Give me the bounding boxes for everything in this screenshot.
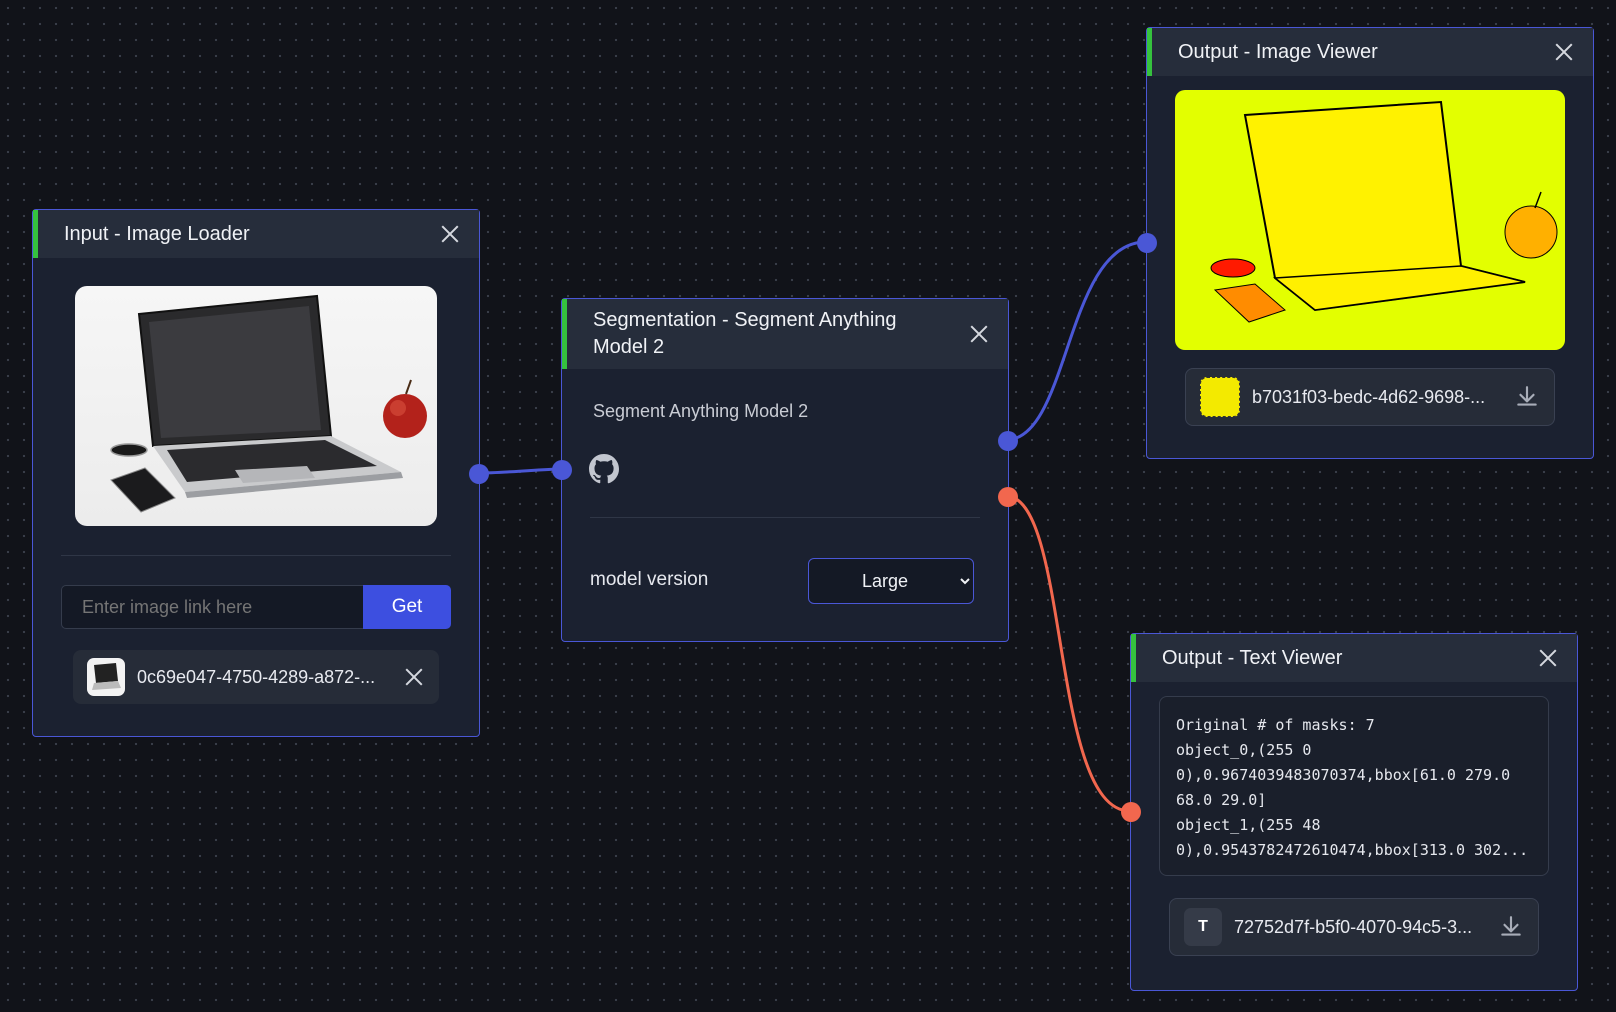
input-port[interactable]: [552, 460, 572, 480]
text-line: object_1,(255 48: [1176, 816, 1321, 834]
close-icon[interactable]: [439, 223, 461, 245]
node-header[interactable]: Output - Image Viewer: [1147, 28, 1593, 76]
file-thumbnail: [87, 658, 125, 696]
text-output-port[interactable]: [998, 487, 1018, 507]
image-preview: [75, 286, 437, 526]
input-port[interactable]: [1121, 802, 1141, 822]
mask-output-port[interactable]: [998, 431, 1018, 451]
mask-image: [1210, 100, 1558, 323]
image-loader-node[interactable]: Input - Image Loader Get: [32, 209, 489, 737]
wire-segmentation-to-image-viewer: [1005, 240, 1147, 442]
file-name: 72752d7f-b5f0-4070-94c5-3...: [1234, 916, 1473, 937]
node-title: Output - Image Viewer: [1178, 40, 1378, 63]
file-name: b7031f03-bedc-4d62-9698-...: [1252, 386, 1486, 407]
node-header[interactable]: Segmentation - Segment Anything Model 2: [562, 299, 1008, 369]
output-file-chip: b7031f03-bedc-4d62-9698-...: [1185, 368, 1555, 426]
close-icon[interactable]: [968, 323, 990, 345]
loaded-file-chip: 0c69e047-4750-4289-a872-...: [73, 650, 439, 704]
model-description: Segment Anything Model 2: [593, 401, 809, 421]
text-line: 0),0.9674039483070374,bbox[61.0 279.0: [1176, 766, 1511, 784]
text-viewer-node[interactable]: Output - Text Viewer Original # of masks…: [1121, 633, 1578, 991]
text-line: 0),0.9543782472610474,bbox[313.0 302...: [1176, 841, 1529, 859]
divider: [61, 555, 451, 556]
node-header[interactable]: Output - Text Viewer: [1131, 634, 1577, 682]
get-button[interactable]: Get: [363, 585, 451, 629]
input-port[interactable]: [1137, 233, 1157, 253]
download-icon[interactable]: [1498, 914, 1524, 940]
github-icon[interactable]: [589, 454, 619, 484]
close-icon[interactable]: [1553, 41, 1575, 63]
node-title: Segmentation - Segment Anything Model 2: [593, 309, 897, 358]
text-line: 68.0 29.0]: [1176, 791, 1267, 809]
output-file-chip: T 72752d7f-b5f0-4070-94c5-3...: [1169, 898, 1539, 956]
close-icon[interactable]: [1537, 647, 1559, 669]
text-line: object_0,(255 0: [1176, 741, 1312, 759]
node-title: Output - Text Viewer: [1162, 646, 1343, 669]
text-file-badge: T: [1198, 918, 1208, 935]
file-name: 0c69e047-4750-4289-a872-...: [137, 666, 376, 687]
remove-file-icon[interactable]: [403, 666, 425, 688]
segmentation-node[interactable]: Segmentation - Segment Anything Model 2 …: [552, 298, 1018, 642]
github-glyph: [589, 454, 619, 484]
node-title: Input - Image Loader: [64, 222, 250, 245]
workflow-canvas[interactable]: Input - Image Loader Get: [0, 0, 1616, 1012]
laptop-photo: [110, 294, 427, 513]
text-file-icon: T: [1184, 908, 1222, 946]
download-icon[interactable]: [1514, 384, 1540, 410]
image-link-input[interactable]: [61, 585, 363, 629]
output-port[interactable]: [469, 464, 489, 484]
wire-loader-to-segmentation: [477, 467, 562, 475]
node-header[interactable]: Input - Image Loader: [33, 210, 479, 258]
model-version-select[interactable]: Large: [808, 558, 974, 604]
wire-segmentation-to-text-viewer: [1005, 494, 1131, 813]
image-viewer-node[interactable]: Output - Image Viewer b7031f03-bedc-4d62…: [1137, 27, 1594, 459]
laptop-thumbnail-image: [92, 663, 121, 690]
model-version-label: model version: [590, 569, 709, 590]
text-line: Original # of masks: 7: [1176, 716, 1375, 734]
link-input-group: Get: [61, 585, 451, 629]
text-output-box[interactable]: Original # of masks: 7 object_0,(255 0 0…: [1159, 696, 1549, 876]
file-thumbnail: [1200, 377, 1240, 417]
divider: [590, 517, 980, 518]
segmentation-result-image: [1175, 90, 1565, 350]
